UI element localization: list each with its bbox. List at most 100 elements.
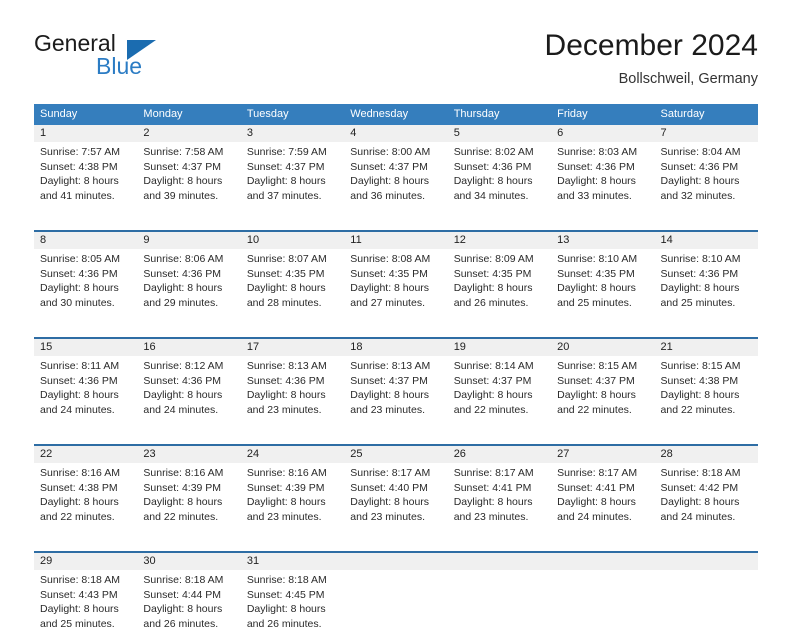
day-number[interactable]: 30 [137, 553, 240, 570]
day-number[interactable]: 8 [34, 232, 137, 249]
day-daylight-line-text: and 25 minutes. [557, 296, 632, 309]
day-sunset-text: Sunset: 4:38 PM [660, 374, 739, 387]
day-number[interactable]: 31 [241, 553, 344, 570]
day-number[interactable]: 23 [137, 446, 240, 463]
day-sunrise-text: Sunrise: 8:09 AM [453, 253, 534, 265]
day-cell[interactable]: Sunrise: 8:10 AM Sunset: 4:36 PM Daylight:… [655, 249, 758, 322]
day-cell[interactable]: Sunrise: 7:58 AM Sunset: 4:37 PM Daylight:… [137, 142, 240, 215]
day-sunset-text: Sunset: 4:36 PM [143, 374, 222, 387]
day-cell[interactable]: Sunrise: 8:13 AM Sunset: 4:36 PM Daylight:… [241, 356, 344, 429]
day-sunrise-text: Sunrise: 7:58 AM [143, 146, 224, 158]
day-number[interactable]: 10 [241, 232, 344, 249]
day-sunrise-text: Sunrise: 8:17 AM [557, 467, 638, 479]
day-daylight-line-text: and 22 minutes. [40, 510, 115, 523]
day-number[interactable]: 25 [344, 446, 447, 463]
day-cell[interactable]: Sunrise: 8:17 AM Sunset: 4:40 PM Daylight:… [344, 463, 447, 536]
day-cell[interactable]: Sunrise: 8:08 AM Sunset: 4:35 PM Daylight:… [344, 249, 447, 322]
day-number[interactable]: 13 [551, 232, 654, 249]
day-number[interactable]: 17 [241, 339, 344, 356]
day-sunset-text: Sunset: 4:45 PM [246, 588, 325, 601]
day-number[interactable]: 4 [344, 125, 447, 142]
day-daylight-line-text: Daylight: 8 hours [660, 282, 740, 295]
day-cell[interactable]: Sunrise: 8:16 AM Sunset: 4:39 PM Daylight:… [137, 463, 240, 536]
day-daylight-line-text: and 33 minutes. [557, 189, 632, 202]
day-number[interactable]: 12 [448, 232, 551, 249]
day-number[interactable]: 6 [551, 125, 654, 142]
week-row: 15 16 17 18 19 20 21 Sunrise: 8:11 AM Sunset: 4:… [34, 337, 758, 429]
day-sunset-text: Sunset: 4:37 PM [453, 374, 532, 387]
day-daylight-line-text: Daylight: 8 hours [246, 603, 326, 616]
day-cell[interactable]: Sunrise: 8:06 AM Sunset: 4:36 PM Daylight:… [137, 249, 240, 322]
day-cell[interactable]: Sunrise: 8:14 AM Sunset: 4:37 PM Daylight:… [448, 356, 551, 429]
day-sunrise-text: Sunrise: 7:59 AM [246, 146, 327, 158]
day-cell[interactable]: Sunrise: 8:16 AM Sunset: 4:38 PM Daylight:… [34, 463, 137, 536]
logo-text-blue: Blue [96, 53, 143, 79]
day-cell[interactable]: Sunrise: 8:10 AM Sunset: 4:35 PM Daylight:… [551, 249, 654, 322]
day-number[interactable]: 22 [34, 446, 137, 463]
day-daylight-line-text: Daylight: 8 hours [143, 175, 223, 188]
day-number[interactable]: 19 [448, 339, 551, 356]
day-cell[interactable]: Sunrise: 8:16 AM Sunset: 4:39 PM Daylight:… [241, 463, 344, 536]
day-number[interactable]: 21 [655, 339, 758, 356]
day-cell[interactable]: Sunrise: 8:09 AM Sunset: 4:35 PM Daylight:… [448, 249, 551, 322]
day-cell[interactable]: Sunrise: 8:17 AM Sunset: 4:41 PM Daylight:… [551, 463, 654, 536]
day-cell[interactable]: Sunrise: 8:02 AM Sunset: 4:36 PM Daylight:… [448, 142, 551, 215]
day-number[interactable]: 1 [34, 125, 137, 142]
day-number[interactable]: 24 [241, 446, 344, 463]
day-cell[interactable]: Sunrise: 7:59 AM Sunset: 4:37 PM Daylight:… [241, 142, 344, 215]
day-number[interactable]: 2 [137, 125, 240, 142]
day-number[interactable]: 3 [241, 125, 344, 142]
dow-tuesday: Tuesday [246, 108, 289, 120]
day-number[interactable]: 18 [344, 339, 447, 356]
day-daylight-line-text: and 24 minutes. [40, 403, 115, 416]
day-sunset-text: Sunset: 4:36 PM [143, 267, 222, 280]
day-cell[interactable]: Sunrise: 8:12 AM Sunset: 4:36 PM Daylight:… [137, 356, 240, 429]
day-cell[interactable]: Sunrise: 8:18 AM Sunset: 4:43 PM Daylight:… [34, 570, 137, 643]
day-number[interactable]: 7 [655, 125, 758, 142]
day-daylight-line-text: Daylight: 8 hours [557, 389, 636, 402]
day-daylight-line-text: and 26 minutes. [143, 617, 219, 630]
day-number[interactable]: 14 [655, 232, 758, 249]
day-cell[interactable]: Sunrise: 8:18 AM Sunset: 4:42 PM Daylight:… [655, 463, 758, 536]
day-cell[interactable]: Sunrise: 8:17 AM Sunset: 4:41 PM Daylight:… [448, 463, 551, 536]
general-blue-logo[interactable]: General Blue [34, 30, 244, 90]
day-cell[interactable]: Sunrise: 8:13 AM Sunset: 4:37 PM Daylight:… [344, 356, 447, 429]
week-day-numbers: 1234567 [34, 125, 758, 142]
day-number[interactable]: 27 [551, 446, 654, 463]
day-sunset-text: Sunset: 4:37 PM [246, 160, 325, 173]
day-cell[interactable]: Sunrise: 8:18 AM Sunset: 4:44 PM Daylight:… [137, 570, 240, 643]
day-number[interactable]: 20 [551, 339, 654, 356]
day-number [448, 553, 551, 570]
day-sunrise-text: Sunrise: 8:10 AM [660, 253, 741, 265]
day-number[interactable]: 26 [448, 446, 551, 463]
day-number[interactable]: 5 [448, 125, 551, 142]
day-daylight-line-text: and 41 minutes. [40, 189, 115, 202]
day-cell[interactable]: Sunrise: 8:18 AM Sunset: 4:45 PM Daylight:… [241, 570, 344, 643]
calendar-weeks: 1 2 3 4 5 6 7 Sunrise: 7:57 AM Sunset: 4:38 PM Da… [34, 125, 758, 643]
day-number[interactable]: 28 [655, 446, 758, 463]
day-cell [551, 570, 654, 643]
day-cell[interactable]: Sunrise: 8:15 AM Sunset: 4:37 PM Daylight:… [551, 356, 654, 429]
day-cell[interactable]: Sunrise: 8:11 AM Sunset: 4:36 PM Daylight:… [34, 356, 137, 429]
day-number[interactable]: 29 [34, 553, 137, 570]
day-number[interactable]: 9 [137, 232, 240, 249]
day-daylight-line-text: and 23 minutes. [350, 510, 425, 523]
day-cell[interactable]: Sunrise: 8:04 AM Sunset: 4:36 PM Daylight:… [655, 142, 758, 215]
dow-friday: Friday [557, 108, 588, 120]
dow-monday: Monday [143, 108, 183, 120]
day-sunrise-text: Sunrise: 8:18 AM [40, 574, 120, 586]
day-cell[interactable]: Sunrise: 8:15 AM Sunset: 4:38 PM Daylight:… [655, 356, 758, 429]
day-cell[interactable]: Sunrise: 8:00 AM Sunset: 4:37 PM Daylight:… [344, 142, 447, 215]
day-number[interactable]: 16 [137, 339, 240, 356]
day-cell[interactable]: Sunrise: 7:57 AM Sunset: 4:38 PM Daylight:… [34, 142, 137, 215]
day-sunrise-text: Sunrise: 8:16 AM [40, 467, 120, 479]
day-number[interactable]: 15 [34, 339, 137, 356]
day-daylight-line-text: and 22 minutes. [557, 403, 632, 416]
week-day-details: Sunrise: 7:57 AM Sunset: 4:38 PM Daylight:… [34, 142, 758, 215]
day-daylight-line-text: and 30 minutes. [40, 296, 115, 309]
day-cell[interactable]: Sunrise: 8:07 AM Sunset: 4:35 PM Daylight:… [241, 249, 344, 322]
week-day-numbers: 29 30 31 [34, 551, 758, 570]
day-cell[interactable]: Sunrise: 8:05 AM Sunset: 4:36 PM Daylight:… [34, 249, 137, 322]
day-number[interactable]: 11 [344, 232, 447, 249]
day-cell[interactable]: Sunrise: 8:03 AM Sunset: 4:36 PM Daylight:… [551, 142, 654, 215]
